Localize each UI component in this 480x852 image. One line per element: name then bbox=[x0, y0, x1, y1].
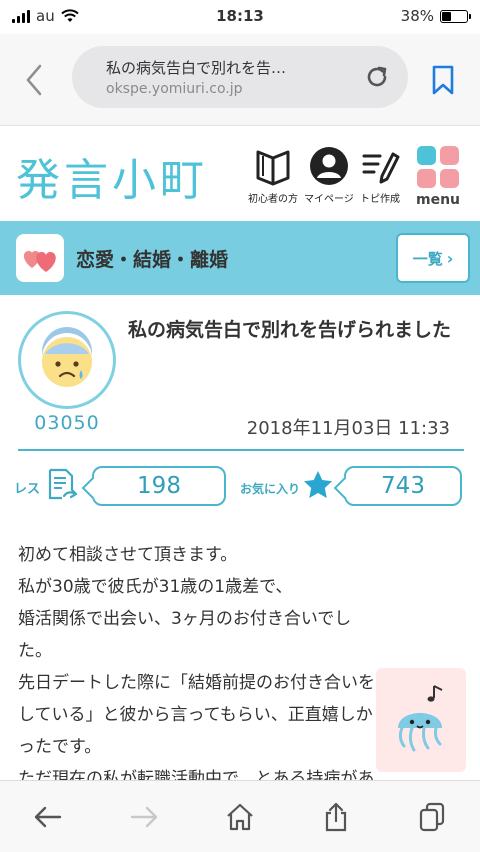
forward-arrow-icon[interactable] bbox=[128, 801, 160, 833]
anxious-face-icon bbox=[42, 327, 92, 387]
favorite-count-button[interactable]: 743 bbox=[344, 466, 462, 506]
res-label: レス bbox=[14, 482, 41, 497]
res-count: 198 bbox=[137, 473, 181, 499]
battery-percent: 38% bbox=[400, 7, 434, 25]
nav-beginners[interactable]: 初心者の方 bbox=[248, 146, 298, 205]
body-line: 初めて相談させて頂きます。 bbox=[18, 545, 238, 565]
menu-button[interactable]: menu bbox=[416, 146, 460, 208]
favorite-count: 743 bbox=[381, 473, 425, 499]
res-count-button[interactable]: 198 bbox=[92, 466, 226, 506]
person-icon bbox=[309, 147, 348, 185]
bookmark-icon[interactable] bbox=[430, 64, 456, 96]
chevron-left-icon[interactable] bbox=[20, 62, 50, 98]
nav-create-topic[interactable]: トピ作成 bbox=[360, 146, 400, 205]
url-field[interactable]: 私の病気告白で別れを告… okspe.yomiuri.co.jp bbox=[72, 46, 408, 108]
pen-icon bbox=[362, 152, 400, 184]
star-icon[interactable] bbox=[302, 469, 334, 501]
share-icon[interactable] bbox=[320, 801, 352, 833]
url-page-title: 私の病気告白で別れを告… bbox=[106, 59, 287, 77]
nav-mypage[interactable]: マイページ bbox=[304, 146, 354, 205]
home-icon[interactable] bbox=[224, 801, 256, 833]
category-list-button[interactable]: 一覧 › bbox=[396, 233, 470, 283]
site-header: 発言小町 初心者の方 マイページ トピ作成 menu bbox=[0, 126, 480, 220]
divider bbox=[18, 449, 464, 451]
battery-icon bbox=[440, 9, 471, 23]
body-line: 私が30歳で彼氏が31歳の1歳差で、 bbox=[18, 577, 293, 597]
book-icon bbox=[256, 150, 290, 186]
menu-grid-icon bbox=[417, 146, 460, 188]
nav-beginners-label: 初心者の方 bbox=[248, 194, 298, 205]
url-host: okspe.yomiuri.co.jp bbox=[106, 81, 243, 97]
jellyfish-mascot-button[interactable] bbox=[376, 668, 466, 772]
favorite-label: お気に入り bbox=[240, 482, 301, 496]
body-line: た。 bbox=[18, 641, 52, 661]
avatar bbox=[18, 311, 116, 409]
menu-label: menu bbox=[416, 192, 461, 208]
nav-mypage-label: マイページ bbox=[304, 194, 354, 205]
category-title: 恋愛・結婚・離婚 bbox=[76, 249, 229, 271]
category-bar: 恋愛・結婚・離婚 一覧 › bbox=[0, 221, 480, 295]
browser-toolbar bbox=[0, 780, 480, 852]
reply-document-icon bbox=[48, 468, 78, 500]
battery-status: 38% bbox=[400, 7, 471, 25]
back-arrow-icon[interactable] bbox=[32, 801, 64, 833]
list-button-label: 一覧 bbox=[412, 249, 443, 268]
user-id: 03050 bbox=[34, 412, 100, 434]
status-bar: au 18:13 38% bbox=[0, 0, 480, 34]
tabs-icon[interactable] bbox=[416, 801, 448, 833]
nav-create-topic-label: トピ作成 bbox=[360, 194, 400, 205]
hearts-icon bbox=[16, 234, 64, 282]
topic-title: 私の病気告白で別れを告げられました bbox=[128, 319, 452, 341]
jellyfish-icon bbox=[398, 685, 443, 752]
body-line: 婚活関係で出会い、3ヶ月のお付き合いでし bbox=[18, 609, 352, 629]
topic-date: 2018年11月03日 11:33 bbox=[246, 418, 450, 439]
site-logo[interactable]: 発言小町 bbox=[16, 144, 208, 208]
reload-icon[interactable] bbox=[364, 64, 390, 90]
browser-address-bar: 私の病気告白で別れを告… okspe.yomiuri.co.jp bbox=[0, 34, 480, 126]
chevron-right-icon: › bbox=[446, 248, 454, 268]
